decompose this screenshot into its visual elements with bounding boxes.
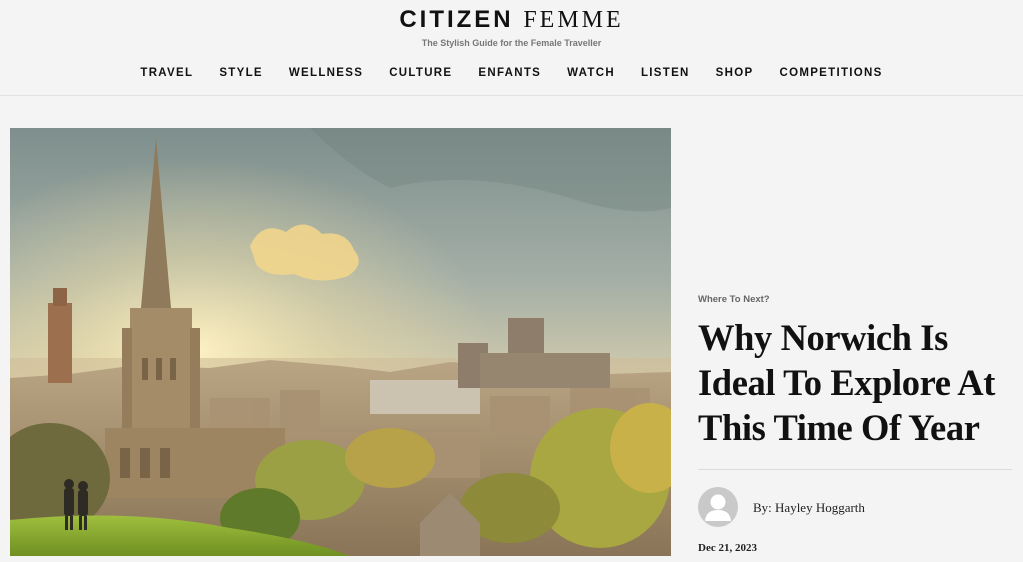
nav-item-wellness[interactable]: WELLNESS [289, 67, 363, 79]
article-title[interactable]: Why Norwich Is Ideal To Explore At This … [698, 315, 1014, 450]
article-date: Dec 21, 2023 [698, 542, 757, 554]
logo-citizen: CITIZEN [399, 6, 514, 33]
nav-item-culture[interactable]: CULTURE [389, 67, 452, 79]
site-header: CITIZEN FEMME The Stylish Guide for the … [0, 0, 1023, 96]
nav-item-shop[interactable]: SHOP [716, 67, 754, 79]
article-category[interactable]: Where To Next? [698, 294, 770, 305]
user-avatar-icon[interactable] [698, 487, 738, 527]
site-tagline: The Stylish Guide for the Female Travell… [421, 38, 602, 48]
nav-item-competitions[interactable]: COMPETITIONS [779, 67, 882, 79]
nav-item-enfants[interactable]: ENFANTS [478, 67, 541, 79]
nav-item-travel[interactable]: TRAVEL [140, 67, 193, 79]
site-logo[interactable]: CITIZEN FEMME [0, 6, 1023, 34]
divider [698, 469, 1012, 470]
nav-item-listen[interactable]: LISTEN [641, 67, 690, 79]
article-author[interactable]: By: Hayley Hoggarth [753, 500, 865, 516]
nav-item-style[interactable]: STYLE [219, 67, 263, 79]
norwich-skyline-illustration [10, 128, 671, 556]
hero-image[interactable] [10, 128, 671, 556]
main-nav: TRAVEL STYLE WELLNESS CULTURE ENFANTS WA… [0, 67, 1023, 79]
nav-item-watch[interactable]: WATCH [567, 67, 615, 79]
logo-femme: FEMME [523, 7, 624, 33]
